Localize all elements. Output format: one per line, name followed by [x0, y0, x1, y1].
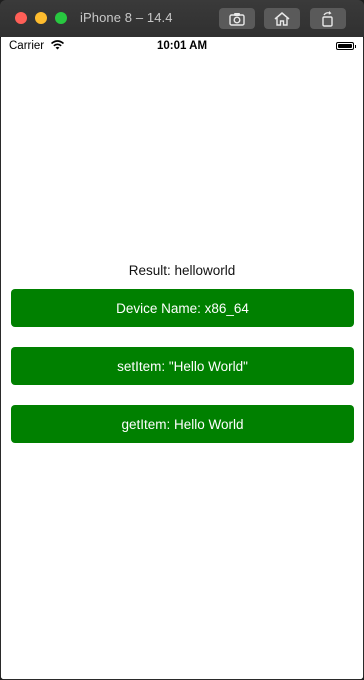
get-item-button[interactable]: getItem: Hello World	[11, 405, 354, 443]
close-window-button[interactable]	[15, 12, 27, 24]
camera-icon	[229, 12, 245, 26]
set-item-label: setItem: "Hello World"	[117, 358, 248, 374]
minimize-window-button[interactable]	[35, 12, 47, 24]
rotate-icon	[322, 10, 333, 27]
device-screen: Carrier 10:01 AM Result: helloworld Devi…	[1, 37, 363, 679]
home-button[interactable]	[264, 8, 300, 29]
status-time: 10:01 AM	[156, 40, 208, 52]
result-text: Result: helloworld	[128, 263, 236, 278]
title-bar: iPhone 8 – 14.4	[0, 0, 364, 38]
set-item-button[interactable]: setItem: "Hello World"	[11, 347, 354, 385]
simulator-window: iPhone 8 – 14.4 Carrier 10:01 AM Result:…	[0, 0, 364, 680]
get-item-label: getItem: Hello World	[121, 416, 244, 432]
zoom-window-button[interactable]	[55, 12, 67, 24]
status-bar: Carrier 10:01 AM	[1, 37, 363, 57]
battery-icon	[336, 42, 356, 50]
window-title: iPhone 8 – 14.4	[80, 10, 173, 25]
device-name-label: Device Name: x86_64	[116, 300, 249, 316]
device-name-button[interactable]: Device Name: x86_64	[11, 289, 354, 327]
screenshot-button[interactable]	[219, 8, 255, 29]
rotate-button[interactable]	[310, 8, 346, 29]
home-icon	[274, 11, 290, 26]
